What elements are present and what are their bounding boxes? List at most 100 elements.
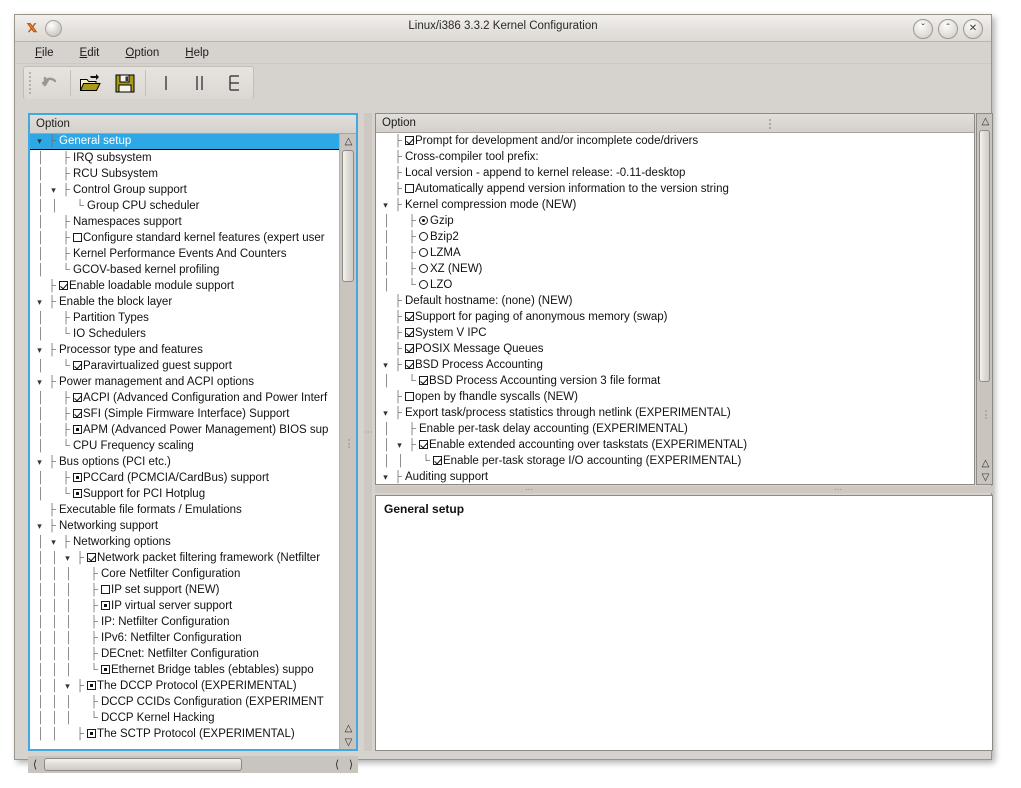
back-button[interactable] [33,69,67,97]
radio-unselected[interactable] [419,247,428,257]
minimize-button[interactable]: ˇ [913,19,933,39]
tree-twisty-open[interactable]: ▾ [380,357,391,373]
tree-row[interactable]: │ │ │ ├ IP virtual server support [30,598,356,614]
checkbox-module[interactable] [73,488,82,498]
right-scroll-up-arrow[interactable]: △ [977,114,994,128]
checkbox-checked[interactable] [405,311,414,321]
menu-help[interactable]: Help [183,46,211,60]
tree-row[interactable]: ▾ ├ Power management and ACPI options [30,374,356,390]
tree-row[interactable]: ├ POSIX Message Queues [376,341,974,357]
checkbox-module[interactable] [73,424,82,434]
left-scroll-down-arrow[interactable]: ▽ [340,735,357,749]
right-list-vscrollbar[interactable]: △ △ ▽ [976,113,993,485]
tree-row[interactable]: │ ├ APM (Advanced Power Management) BIOS s… [30,422,356,438]
checkbox-unchecked[interactable] [101,584,110,594]
tree-row[interactable]: │ ▾ ├ Enable extended accounting over tasks… [376,437,974,453]
radio-selected[interactable] [419,215,428,225]
config-detail-list[interactable]: ├ Prompt for development and/or incomplet… [376,133,974,484]
checkbox-checked[interactable] [73,392,82,402]
config-tree[interactable]: ▾ ├ General setup │ ├ IRQ subsystem │ ├ RCU Subs… [30,134,356,749]
radio-unselected[interactable] [419,263,428,273]
tree-twisty-open[interactable]: ▾ [380,469,391,484]
tree-row[interactable]: ▾ ├ Enable the block layer [30,294,356,310]
tree-row[interactable]: │ ├ RCU Subsystem [30,166,356,182]
checkbox-checked[interactable] [405,343,414,353]
right-column-header[interactable]: Option [376,114,974,133]
tree-twisty-open[interactable]: ▾ [380,405,391,421]
tree-twisty-open[interactable]: ▾ [380,197,391,213]
checkbox-checked[interactable] [405,327,414,337]
tree-twisty-open[interactable]: ▾ [62,550,73,566]
tree-row[interactable]: ├ Support for paging of anonymous memory … [376,309,974,325]
tree-row[interactable]: ├ System V IPC [376,325,974,341]
tree-twisty-open[interactable]: ▾ [34,518,45,534]
tree-row[interactable]: │ │ │ └ Ethernet Bridge tables (ebtables) su… [30,662,356,678]
horizontal-splitter[interactable]: ⋯ ⋯ [375,485,993,493]
tree-row[interactable]: ▾ ├ Export task/process statistics through… [376,405,974,421]
checkbox-module[interactable] [87,728,96,738]
tree-twisty-open[interactable]: ▾ [394,437,405,453]
checkbox-checked[interactable] [405,359,414,369]
checkbox-checked[interactable] [433,455,442,465]
checkbox-unchecked[interactable] [405,183,414,193]
checkbox-checked[interactable] [73,408,82,418]
tree-twisty-open[interactable]: ▾ [62,678,73,694]
tree-row[interactable]: │ └ Paravirtualized guest support [30,358,356,374]
tree-row[interactable]: │ └ Support for PCI Hotplug [30,486,356,502]
tree-row[interactable]: │ │ │ ├ DCCP CCIDs Configuration (EXPERIMENT [30,694,356,710]
menu-edit[interactable]: Edit [78,46,102,60]
tree-row[interactable]: │ │ │ ├ DECnet: Netfilter Configuration [30,646,356,662]
tree-row[interactable]: ├ Default hostname: (none) (NEW) [376,293,974,309]
toolbar-grip[interactable] [26,71,33,95]
checkbox-module[interactable] [101,664,110,674]
menu-option[interactable]: Option [123,46,161,60]
tree-row[interactable]: ├ Prompt for development and/or incomplet… [376,133,974,149]
tree-row[interactable]: │ │ └ Enable per-task storage I/O accountin… [376,453,974,469]
checkbox-module[interactable] [87,680,96,690]
tree-row[interactable]: ├ Enable loadable module support [30,278,356,294]
help-text-panel[interactable]: General setup [375,495,993,751]
tree-row[interactable]: │ │ ├ The SCTP Protocol (EXPERIMENTAL) [30,726,356,742]
left-column-header[interactable]: Option [30,115,356,134]
checkbox-unchecked[interactable] [405,391,414,401]
tree-row[interactable]: │ └ LZO [376,277,974,293]
tree-row[interactable]: │ │ └ Group CPU scheduler [30,198,356,214]
right-scroll-down-arrow[interactable]: ▽ [977,470,994,484]
tree-twisty-open[interactable]: ▾ [34,374,45,390]
tree-row[interactable]: ▾ ├ Networking support [30,518,356,534]
tree-row[interactable]: │ ├ Configure standard kernel features (ex… [30,230,356,246]
close-button[interactable]: ✕ [963,19,983,39]
left-tree-hscrollbar[interactable]: ⟨ ⟨ ⟩ [28,756,358,773]
left-tree-hscroll-thumb[interactable] [44,758,242,771]
tree-row[interactable]: │ ▾ ├ Control Group support [30,182,356,198]
tree-row[interactable]: │ │ │ └ DCCP Kernel Hacking [30,710,356,726]
checkbox-unchecked[interactable] [73,232,82,242]
tree-row[interactable]: ▾ ├ General setup [30,134,356,150]
tree-row[interactable]: ├ Cross-compiler tool prefix: [376,149,974,165]
tree-row[interactable]: ▾ ├ Bus options (PCI etc.) [30,454,356,470]
tree-row[interactable]: │ ├ ACPI (Advanced Configuration and Power… [30,390,356,406]
tree-twisty-open[interactable]: ▾ [34,134,45,149]
radio-unselected[interactable] [419,279,428,289]
tree-row[interactable]: │ │ │ ├ IP set support (NEW) [30,582,356,598]
tree-row[interactable]: │ └ GCOV-based kernel profiling [30,262,356,278]
tree-row[interactable]: │ ├ Gzip [376,213,974,229]
tree-row[interactable]: │ ├ XZ (NEW) [376,261,974,277]
checkbox-checked[interactable] [73,360,82,370]
tree-row[interactable]: ▾ ├ Kernel compression mode (NEW) [376,197,974,213]
vertical-splitter[interactable]: ⋮ [364,113,373,751]
checkbox-module[interactable] [101,600,110,610]
left-hscroll-right-arrow[interactable]: ⟩ [344,756,358,773]
checkbox-checked[interactable] [405,135,414,145]
tree-row[interactable]: │ ├ Namespaces support [30,214,356,230]
column-resize-grip[interactable] [768,118,771,130]
tree-row[interactable]: │ │ ▾ ├ Network packet filtering framework (… [30,550,356,566]
left-hscroll-left-arrow-2[interactable]: ⟨ [330,756,344,773]
maximize-button[interactable]: ˆ [938,19,958,39]
left-scroll-down-arrow-up[interactable]: △ [340,721,357,735]
split-view-button[interactable] [183,69,217,97]
title-bar[interactable]: 𝕩 Linux/i386 3.3.2 Kernel Configuration … [15,15,991,42]
tree-row[interactable]: ├ Local version - append to kernel releas… [376,165,974,181]
tree-row[interactable]: │ └ CPU Frequency scaling [30,438,356,454]
full-view-button[interactable] [217,69,251,97]
